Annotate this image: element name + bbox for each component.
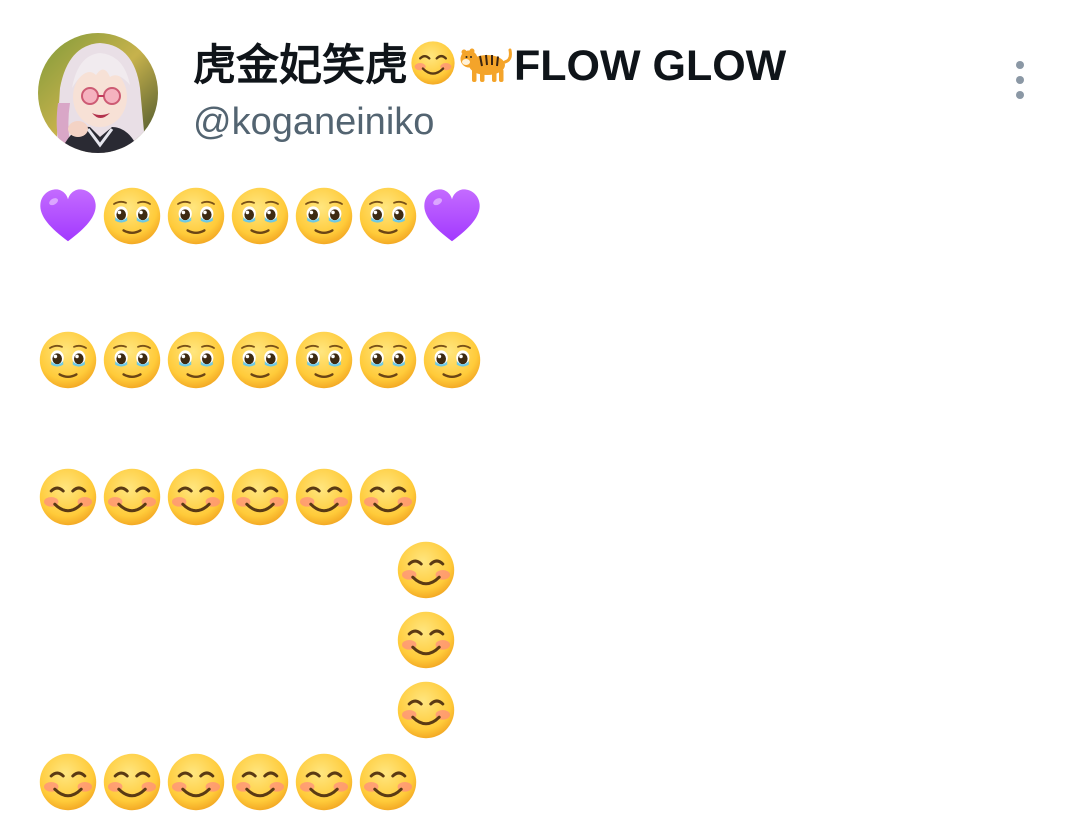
display-name-suffix: FLOW GLOW xyxy=(514,42,787,90)
smiling-face-emoji xyxy=(356,750,420,812)
tiger-emoji xyxy=(458,40,514,86)
holding-back-tears-emoji xyxy=(100,328,164,390)
avatar-image xyxy=(38,33,158,153)
smiling-face-emoji xyxy=(164,750,228,812)
avatar[interactable] xyxy=(38,33,158,153)
smiling-face-emoji xyxy=(394,678,458,740)
holding-back-tears-emoji xyxy=(420,328,484,390)
holding-back-tears-emoji xyxy=(164,328,228,390)
holding-back-tears-emoji xyxy=(356,184,420,246)
smiling-face-emoji xyxy=(100,750,164,812)
smiling-face-emoji xyxy=(36,465,100,527)
holding-back-tears-emoji xyxy=(356,328,420,390)
holding-back-tears-emoji xyxy=(228,328,292,390)
smiling-face-emoji xyxy=(394,538,458,600)
holding-back-tears-emoji xyxy=(100,184,164,246)
display-name-text: 虎金妃笑虎 xyxy=(193,42,408,90)
smiling-face-emoji xyxy=(100,465,164,527)
tweet-text-value: 💜🥹🥹🥹🥹🥹💜 🥹🥹🥹🥹🥹🥹🥹 ☺️☺️☺️☺️☺️☺️ ☺️ ☺️ ☺️ ☺️… xyxy=(36,180,37,181)
smiling-face-emoji xyxy=(408,40,458,86)
smiling-face-emoji xyxy=(292,465,356,527)
more-options-button[interactable] xyxy=(998,55,1042,105)
emoji-row xyxy=(36,328,484,390)
purple-heart-emoji xyxy=(36,184,100,246)
smiling-face-emoji xyxy=(394,608,458,670)
tweet-text: 💜🥹🥹🥹🥹🥹💜 🥹🥹🥹🥹🥹🥹🥹 ☺️☺️☺️☺️☺️☺️ ☺️ ☺️ ☺️ ☺️… xyxy=(36,180,636,820)
holding-back-tears-emoji xyxy=(292,184,356,246)
tweet-card: 虎金妃笑虎 FLOW GLOW @koganeiniko xyxy=(0,0,1080,829)
display-name[interactable]: 虎金妃笑虎 FLOW GLOW xyxy=(193,36,786,96)
smiling-face-emoji xyxy=(228,465,292,527)
emoji-row xyxy=(36,750,420,812)
smiling-face-emoji xyxy=(292,750,356,812)
user-handle[interactable]: @koganeiniko xyxy=(193,96,434,148)
smiling-face-emoji xyxy=(164,465,228,527)
emoji-row xyxy=(394,678,458,740)
emoji-row xyxy=(394,538,458,600)
holding-back-tears-emoji xyxy=(292,328,356,390)
holding-back-tears-emoji xyxy=(36,328,100,390)
purple-heart-emoji xyxy=(420,184,484,246)
holding-back-tears-emoji xyxy=(164,184,228,246)
emoji-row xyxy=(394,608,458,670)
holding-back-tears-emoji xyxy=(228,184,292,246)
emoji-row xyxy=(36,184,484,246)
smiling-face-emoji xyxy=(228,750,292,812)
emoji-row xyxy=(36,465,420,527)
smiling-face-emoji xyxy=(36,750,100,812)
smiling-face-emoji xyxy=(356,465,420,527)
